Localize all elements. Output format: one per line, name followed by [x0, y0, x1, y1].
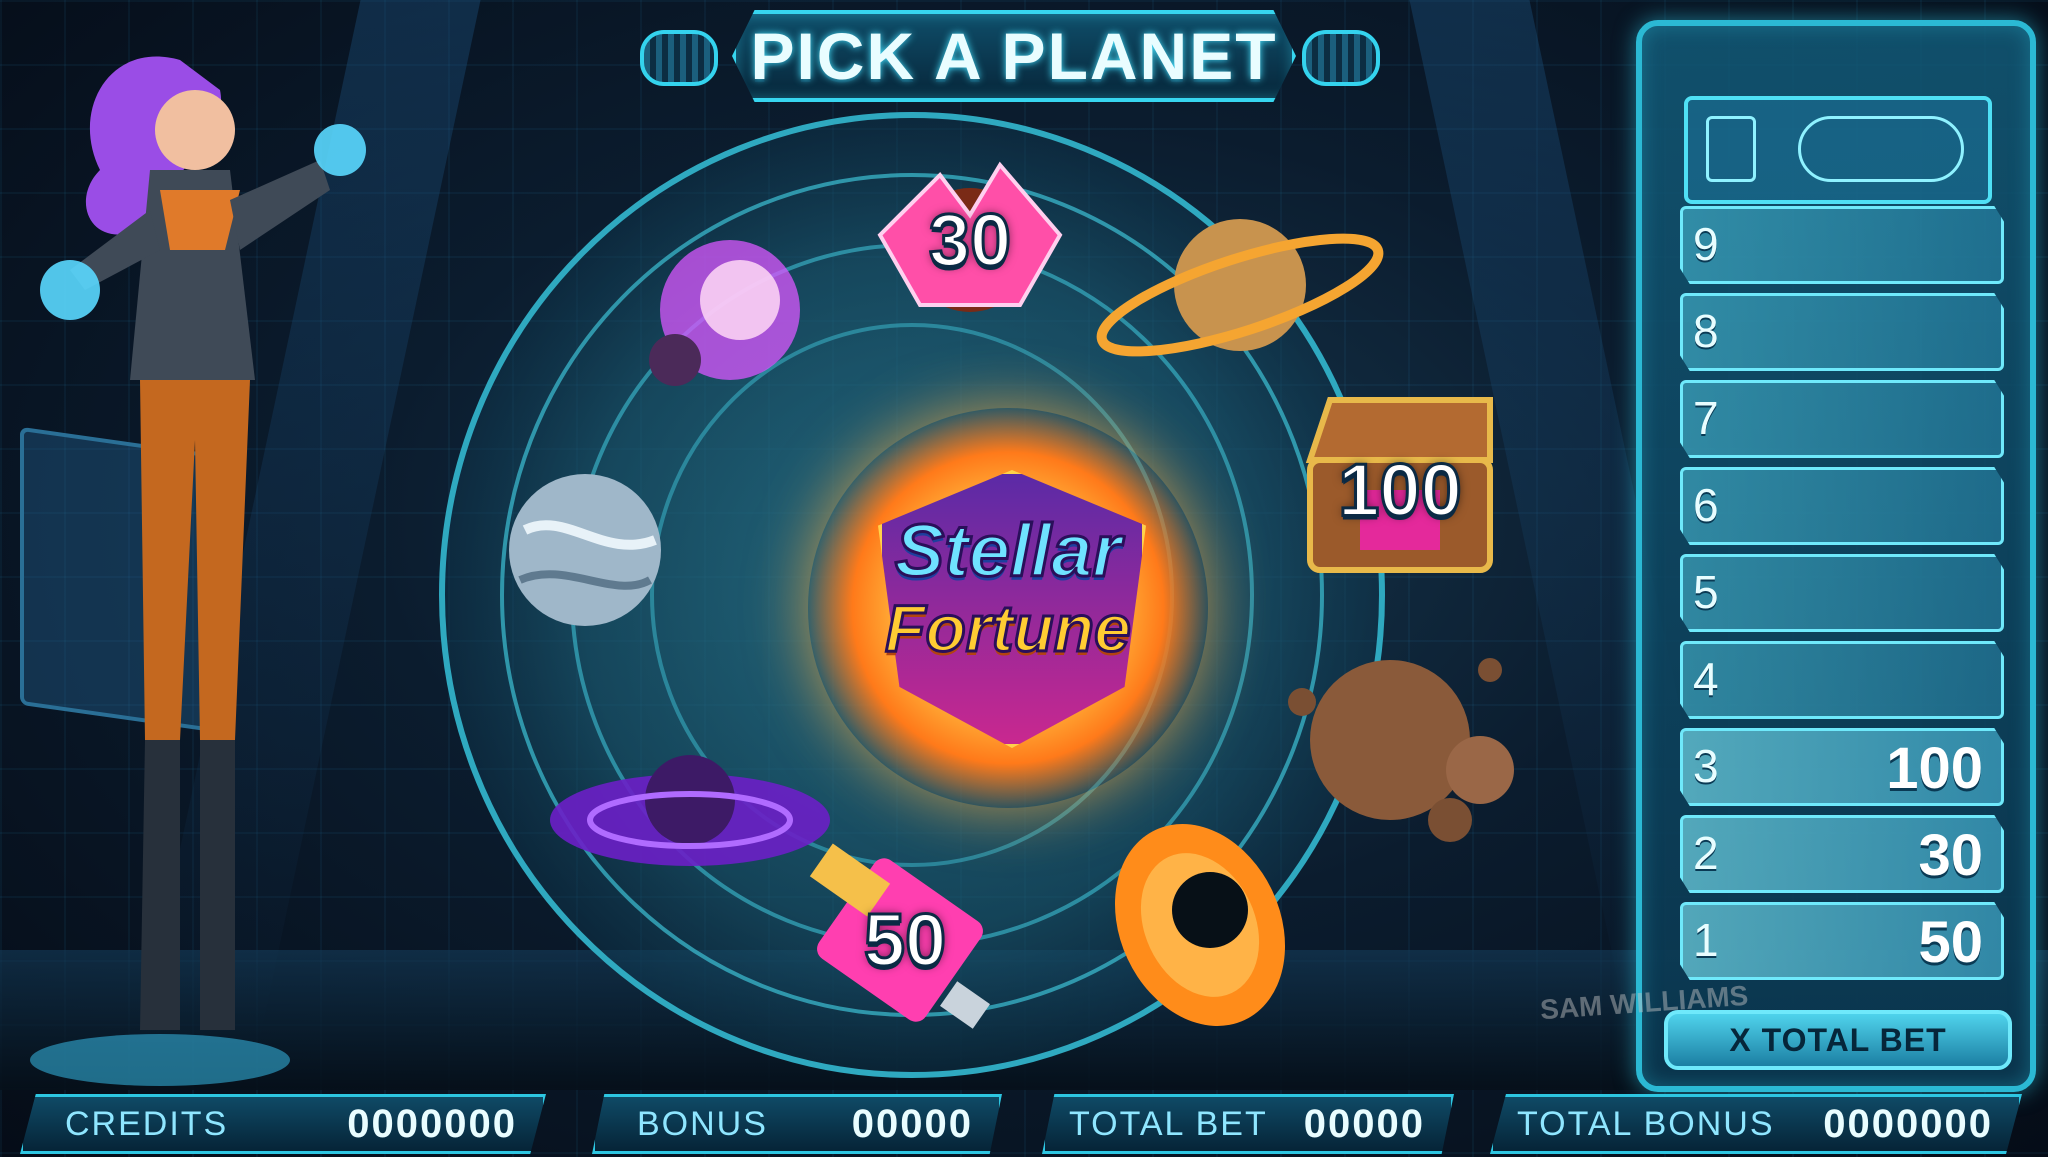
- ice-planet-icon: [509, 474, 661, 626]
- ladder-header-panel: [1684, 96, 1992, 204]
- stellar-fortune-logo: Stellar Fortune: [808, 408, 1208, 808]
- rung-level: 2: [1693, 827, 1719, 879]
- logo-line-fortune: Fortune: [884, 590, 1133, 667]
- black-hole-icon: [1114, 824, 1286, 1026]
- pick-value: 30: [927, 197, 1012, 283]
- rung-level: 4: [1693, 653, 1719, 705]
- rung-level: 7: [1693, 392, 1719, 444]
- logo-line-stellar: Stellar: [893, 508, 1122, 594]
- title-plate: PICK A PLANET: [732, 10, 1296, 102]
- rung-level: 1: [1693, 914, 1719, 966]
- pick-moon-cluster[interactable]: [1280, 640, 1530, 850]
- multiplier-ladder: 9 8 7 6 5 4 3 100 2 30 1 50 X TOTAL BET: [1636, 20, 2036, 1092]
- ladder-rung-8: 8: [1680, 293, 2004, 371]
- total-bet-value: 00000: [1303, 1101, 1425, 1146]
- rung-level: 6: [1693, 479, 1719, 531]
- pick-black-hole[interactable]: [1100, 810, 1300, 1040]
- rung-level: 5: [1693, 566, 1719, 618]
- spaceship-icon: [1798, 116, 1964, 182]
- bonus-value: 00000: [851, 1101, 973, 1146]
- host-character: [30, 20, 390, 1100]
- moon-cluster-icon: [1288, 658, 1514, 842]
- rung-level: 8: [1693, 305, 1719, 357]
- pick-ringed-planet[interactable]: [1090, 205, 1390, 375]
- pick-purple-ringed-planet[interactable]: [545, 735, 835, 885]
- total-bonus-meter: TOTAL BONUS 0000000: [1490, 1094, 2022, 1154]
- title-cap-right: [1302, 30, 1380, 86]
- total-bet-meter: TOTAL BET 00000: [1042, 1094, 1454, 1154]
- pick-treasure-chest[interactable]: 100: [1290, 380, 1510, 600]
- ladder-rung-1: 1 50: [1680, 902, 2004, 980]
- pick-pink-comet[interactable]: [630, 230, 810, 410]
- pick-value: 50: [862, 897, 947, 983]
- ringed-planet-icon: [1096, 219, 1384, 357]
- title-cap-left: [640, 30, 718, 86]
- rung-value: 30: [1918, 823, 1983, 888]
- credits-value: 0000000: [347, 1101, 517, 1146]
- ladder-rung-6: 6: [1680, 467, 2004, 545]
- bonus-meter: BONUS 00000: [592, 1094, 1002, 1154]
- ladder-rung-9: 9: [1680, 206, 2004, 284]
- rung-value: 50: [1918, 910, 1983, 975]
- pick-value: 100: [1337, 447, 1463, 533]
- ladder-rung-4: 4: [1680, 641, 2004, 719]
- credits-label: CREDITS: [65, 1104, 229, 1143]
- bonus-label: BONUS: [637, 1104, 768, 1143]
- ladder-rung-2: 2 30: [1680, 815, 2004, 893]
- total-bonus-value: 0000000: [1823, 1101, 1993, 1146]
- rung-level: 9: [1693, 218, 1719, 270]
- ladder-rung-3: 3 100: [1680, 728, 2004, 806]
- credits-meter: CREDITS 0000000: [20, 1094, 546, 1154]
- purple-ringed-planet-icon: [550, 755, 830, 866]
- total-bet-label: TOTAL BET: [1069, 1104, 1268, 1143]
- pink-comet-icon: [649, 240, 800, 386]
- pick-ice-planet[interactable]: [505, 470, 665, 630]
- host-character-illustration: [30, 56, 366, 1086]
- total-bonus-label: TOTAL BONUS: [1517, 1104, 1775, 1143]
- pilot-icon: [1706, 116, 1756, 182]
- ladder-footer: X TOTAL BET: [1664, 1010, 2012, 1070]
- rung-value: 100: [1886, 736, 1983, 801]
- page-title: PICK A PLANET: [750, 19, 1278, 93]
- ladder-rung-7: 7: [1680, 380, 2004, 458]
- ladder-rung-5: 5: [1680, 554, 2004, 632]
- pick-crystal-planet[interactable]: 30: [850, 155, 1090, 325]
- title-banner: PICK A PLANET: [640, 6, 1380, 102]
- rung-level: 3: [1693, 740, 1719, 792]
